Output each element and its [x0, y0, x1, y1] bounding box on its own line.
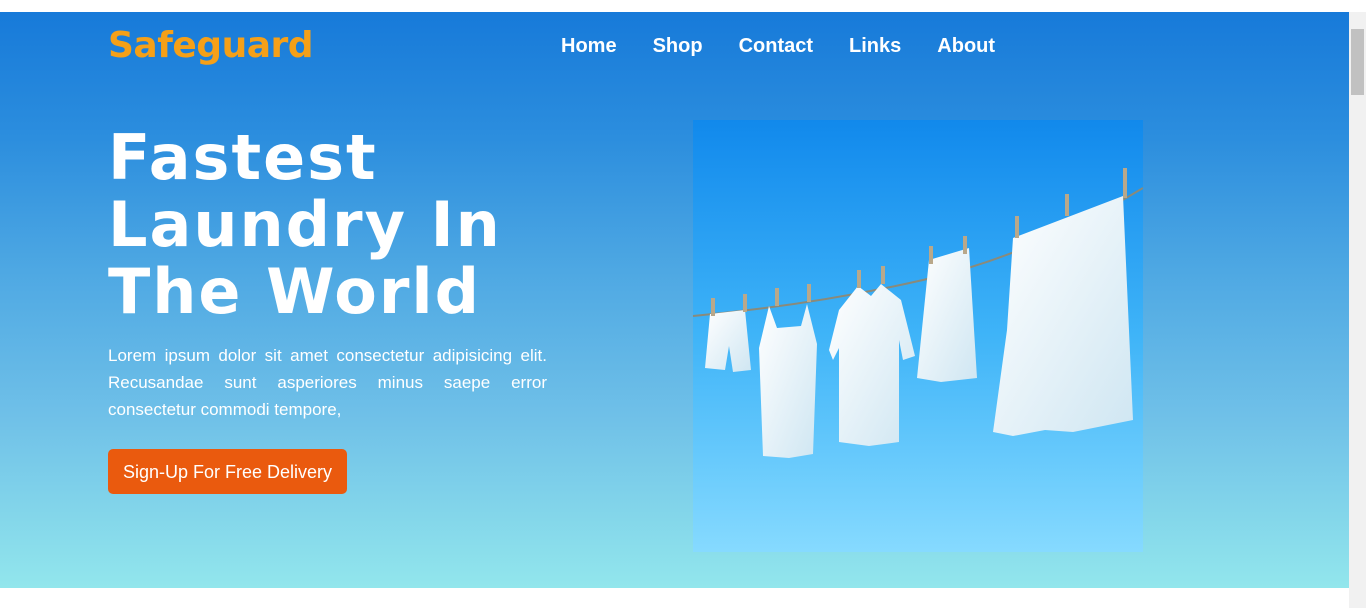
- headline-line-3: The World: [108, 255, 482, 328]
- headline-line-2: Laundry In: [108, 188, 502, 261]
- nav-about-link[interactable]: About: [937, 32, 995, 60]
- browser-top-edge: [0, 0, 1366, 12]
- headline-line-1: Fastest: [108, 121, 378, 194]
- browser-viewport: Safeguard Home Shop Contact Links About …: [0, 0, 1366, 608]
- nav-links-link[interactable]: Links: [849, 32, 901, 60]
- nav-shop-link[interactable]: Shop: [653, 32, 703, 60]
- hero-section: Safeguard Home Shop Contact Links About …: [0, 12, 1349, 588]
- main-nav: Home Shop Contact Links About: [561, 32, 1031, 60]
- brand-logo[interactable]: Safeguard: [108, 24, 314, 68]
- vertical-scrollbar[interactable]: [1349, 12, 1366, 608]
- nav-contact-link[interactable]: Contact: [739, 32, 813, 60]
- clothesline-illustration: [693, 120, 1143, 552]
- page-below-hero: [0, 588, 1349, 608]
- hero-headline: Fastest Laundry In The World: [108, 124, 588, 325]
- clothesline-image: [693, 120, 1143, 552]
- nav-home-link[interactable]: Home: [561, 32, 617, 60]
- hero-description: Lorem ipsum dolor sit amet consectetur a…: [108, 346, 547, 419]
- scrollbar-thumb[interactable]: [1351, 29, 1364, 95]
- signup-free-delivery-button[interactable]: Sign-Up For Free Delivery: [108, 449, 347, 494]
